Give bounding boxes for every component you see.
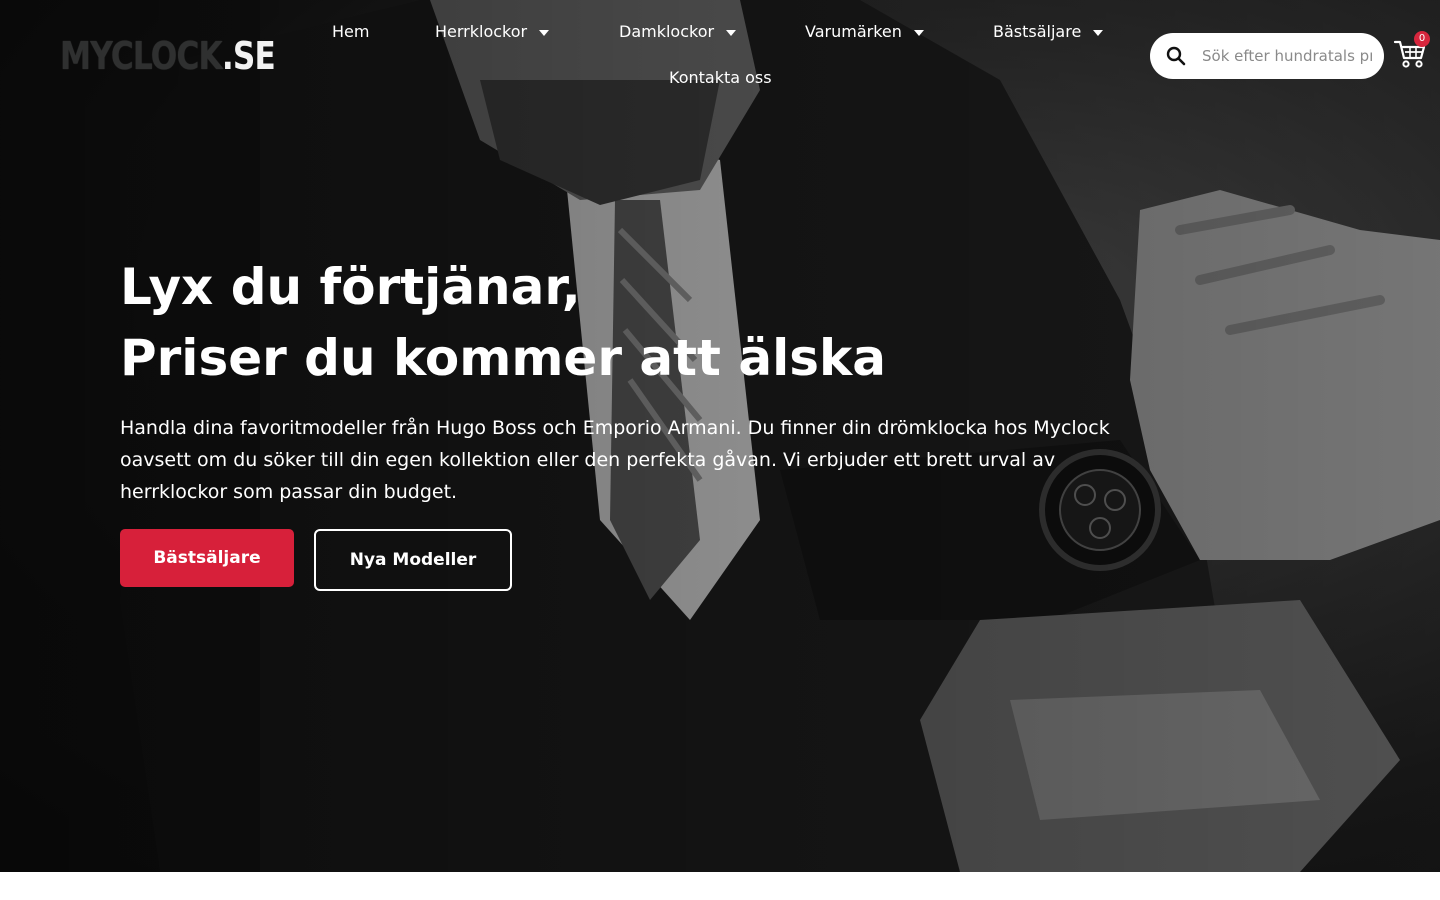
nav-item-label: Damklockor <box>619 22 715 41</box>
hero-headline-line-1: Lyx du förtjänar, <box>120 258 581 316</box>
nav-item-label: Varumärken <box>805 22 902 41</box>
logo-tld: .SE <box>221 34 276 78</box>
nav-item-hem[interactable]: Hem <box>332 22 369 42</box>
nav-item-varumarken[interactable]: Varumärken <box>805 22 924 42</box>
new-models-button[interactable]: Nya Modeller <box>314 529 512 591</box>
nav-item-kontakta-oss[interactable]: Kontakta oss <box>669 68 772 88</box>
site-logo[interactable]: MYCLOCK .SE <box>60 34 276 78</box>
nav-item-label: Bästsäljare <box>993 22 1082 41</box>
nav-item-damklockor[interactable]: Damklockor <box>619 22 737 42</box>
cart-count-badge: 0 <box>1414 31 1430 47</box>
nav-item-herrklockor[interactable]: Herrklockor <box>435 22 550 42</box>
logo-wordmark: MYCLOCK <box>60 34 223 78</box>
caret-down-icon <box>726 30 737 36</box>
caret-down-icon <box>539 30 550 36</box>
hero-headline-line-2: Priser du kommer att älska <box>120 329 886 387</box>
search-icon[interactable] <box>1154 33 1198 79</box>
search-input[interactable] <box>1200 47 1372 65</box>
hero-headline: Lyx du förtjänar, Priser du kommer att ä… <box>120 252 886 394</box>
caret-down-icon <box>1093 30 1104 36</box>
nav-item-label: Kontakta oss <box>669 68 772 87</box>
nav-item-label: Herrklockor <box>435 22 528 41</box>
caret-down-icon <box>913 30 924 36</box>
bestsellers-button[interactable]: Bästsäljare <box>120 529 294 587</box>
nav-item-label: Hem <box>332 22 370 41</box>
hero-description: Handla dina favoritmodeller från Hugo Bo… <box>120 417 1110 503</box>
search-bar[interactable] <box>1150 33 1384 79</box>
page-below-hero <box>0 872 1440 900</box>
nav-item-bastsaljare[interactable]: Bästsäljare <box>993 22 1104 42</box>
